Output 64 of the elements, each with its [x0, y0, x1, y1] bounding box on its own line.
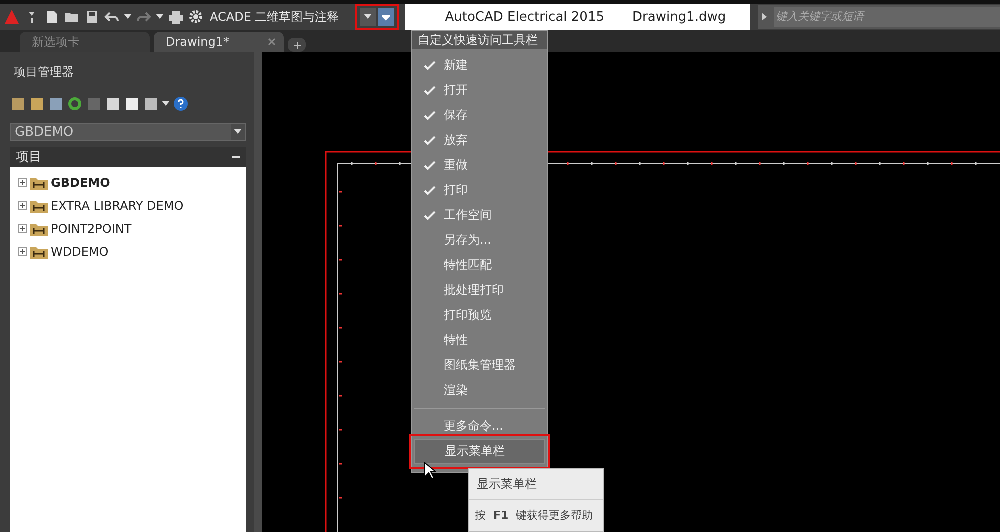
refresh-icon[interactable] — [67, 96, 83, 112]
section-title: 项目 — [16, 149, 42, 166]
help-icon[interactable] — [173, 96, 189, 112]
save-icon[interactable] — [84, 9, 100, 25]
tree-item[interactable]: GBDEMO — [51, 176, 110, 190]
search-field[interactable]: 键入关键字或短语 — [774, 7, 1000, 27]
file-tab[interactable]: 新选项卡 — [20, 32, 150, 52]
menu-item[interactable]: 新建 — [414, 53, 545, 78]
document-title: Drawing1.dwg — [632, 10, 726, 24]
check-icon — [424, 110, 436, 120]
project-select[interactable]: GBDEMO — [10, 123, 246, 141]
check-icon — [424, 60, 436, 70]
tooltip-title: 显示菜单栏 — [469, 469, 603, 500]
menu-item[interactable]: 工作空间 — [414, 203, 545, 228]
folder-icon — [30, 244, 48, 258]
check-icon — [424, 160, 436, 170]
menu-item[interactable]: 渲染 — [414, 378, 545, 403]
close-icon[interactable] — [268, 38, 276, 46]
caret-icon — [156, 14, 164, 20]
customize-button[interactable] — [378, 8, 394, 26]
folder-icon — [30, 176, 48, 190]
menu-item[interactable]: 保存 — [414, 103, 545, 128]
menu-item[interactable]: 打印 — [414, 178, 545, 203]
tree-item[interactable]: WDDEMO — [51, 244, 109, 258]
plus-icon — [294, 42, 300, 48]
menu-item[interactable]: 另存为... — [414, 228, 545, 253]
menu-item[interactable]: 重做 — [414, 153, 545, 178]
dropdown-button[interactable] — [360, 8, 376, 26]
caret-icon — [162, 101, 170, 107]
new-file-icon[interactable] — [44, 9, 60, 25]
menu-item[interactable]: 特性 — [414, 328, 545, 353]
menu-item[interactable]: 图纸集管理器 — [414, 353, 545, 378]
app-title: AutoCAD Electrical 2015 — [445, 10, 604, 24]
menu-item[interactable]: 批处理打印 — [414, 278, 545, 303]
menu-item[interactable]: 打印预览 — [414, 303, 545, 328]
folder-icon — [30, 222, 48, 236]
expand-icon[interactable] — [18, 224, 27, 233]
settings-icon[interactable] — [188, 9, 204, 25]
menu-item[interactable]: 更多命令... — [414, 414, 545, 439]
caret-icon — [124, 14, 132, 20]
caret-icon — [364, 14, 372, 20]
caret-icon — [382, 13, 390, 21]
check-icon — [424, 136, 436, 146]
check-icon — [424, 210, 436, 220]
check-icon — [424, 86, 436, 96]
menu-title: 自定义快速访问工具栏 — [412, 31, 547, 49]
menu-item[interactable]: 打开 — [414, 78, 545, 103]
folder-icon — [30, 198, 48, 212]
check-icon — [424, 186, 436, 196]
expand-icon[interactable] — [18, 201, 27, 210]
panel-title: 项目管理器 — [14, 64, 75, 80]
new-tab-button[interactable] — [288, 38, 306, 52]
file-tab[interactable]: Drawing1* — [154, 32, 284, 52]
expand-icon[interactable] — [18, 247, 27, 256]
dropdown-icon — [234, 129, 242, 135]
mouse-cursor-icon — [424, 462, 436, 480]
tooltip-help-text: 按 F1 键获得更多帮助 — [474, 508, 594, 524]
workspace-label[interactable]: ACADE 二维草图与注释 — [210, 8, 340, 26]
tree-item[interactable]: EXTRA LIBRARY DEMO — [51, 198, 184, 212]
expand-icon[interactable] — [18, 178, 27, 187]
menu-item[interactable]: 特性匹配 — [414, 253, 545, 278]
menu-item[interactable]: 放弃 — [414, 128, 545, 153]
tree-item[interactable]: POINT2POINT — [51, 222, 132, 236]
arrow-icon[interactable] — [762, 13, 768, 21]
